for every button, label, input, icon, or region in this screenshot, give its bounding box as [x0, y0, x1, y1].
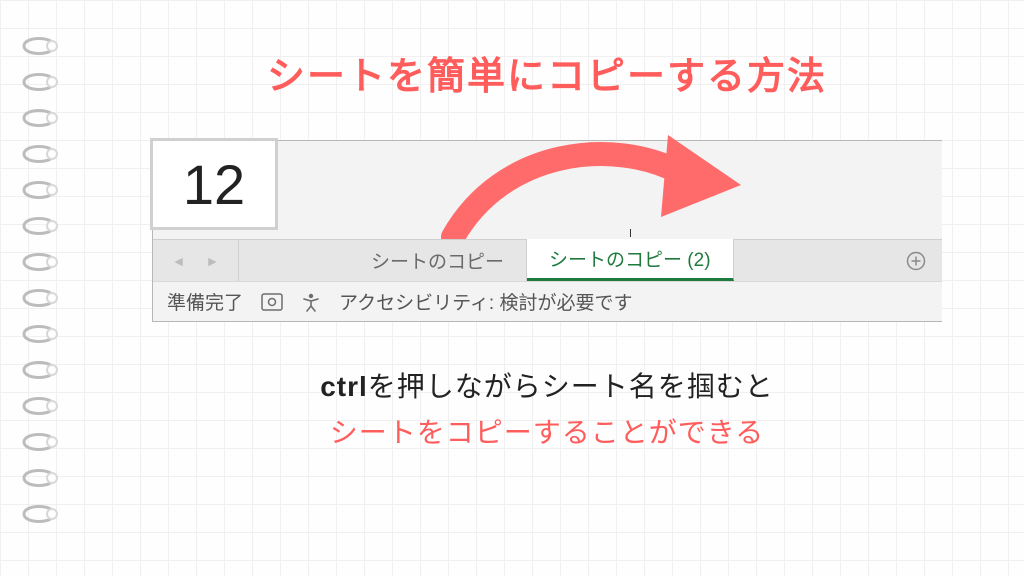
excel-worksheet-area: 12: [153, 141, 942, 239]
spiral-ring: [18, 106, 60, 130]
add-sheet-button[interactable]: [890, 240, 942, 281]
spiral-ring: [18, 322, 60, 346]
spiral-ring: [18, 286, 60, 310]
spiral-ring: [18, 142, 60, 166]
spiral-ring: [18, 466, 60, 490]
excel-window: 12 ◄ ► シートのコピー シートのコピー (2): [152, 140, 942, 322]
accessibility-icon[interactable]: [301, 292, 321, 312]
status-bar: 準備完了 アクセシビリティ: 検討が必要です: [153, 281, 942, 321]
keyboard-key-label: ctrl: [320, 371, 368, 402]
chevron-left-icon: ◄: [172, 253, 186, 269]
chevron-right-icon: ►: [206, 253, 220, 269]
caption-line1: ctrlを押しながらシート名を掴むと: [320, 364, 774, 410]
sheet-tab-bar: ◄ ► シートのコピー シートのコピー (2): [153, 239, 942, 281]
spiral-ring: [18, 250, 60, 274]
page-title: シートを簡単にコピーする方法: [267, 45, 827, 100]
status-accessibility-label: アクセシビリティ: 検討が必要です: [339, 288, 632, 315]
spiral-ring: [18, 214, 60, 238]
status-ready-label: 準備完了: [167, 288, 243, 315]
copy-arrow: [433, 129, 753, 254]
caption-line1-rest: を押しながらシート名を掴むと: [368, 371, 774, 402]
sheet-tab-active[interactable]: シートのコピー (2): [527, 239, 734, 281]
caption: ctrlを押しながらシート名を掴むと シートをコピーすることができる: [320, 364, 774, 456]
sheet-tab-label: シートのコピー: [371, 247, 504, 274]
spiral-ring: [18, 502, 60, 526]
sheet-tab-label: シートのコピー (2): [549, 245, 711, 272]
caption-line2: シートをコピーすることができる: [320, 410, 774, 456]
row-header-cell: 12: [150, 138, 278, 230]
plus-circle-icon: [906, 251, 926, 271]
spiral-ring: [18, 178, 60, 202]
spiral-ring: [18, 394, 60, 418]
spiral-binding: [18, 34, 60, 526]
macro-record-icon[interactable]: [261, 293, 283, 311]
spiral-ring: [18, 358, 60, 382]
page-content: シートを簡単にコピーする方法 12 ◄ ► シートのコピー シートのコピ: [90, 45, 1004, 556]
tab-scroll-buttons[interactable]: ◄ ►: [153, 240, 239, 281]
spiral-ring: [18, 34, 60, 58]
spiral-ring: [18, 70, 60, 94]
sheet-tab-inactive[interactable]: シートのコピー: [349, 240, 527, 281]
spiral-ring: [18, 430, 60, 454]
insert-marker-icon: [630, 229, 631, 237]
